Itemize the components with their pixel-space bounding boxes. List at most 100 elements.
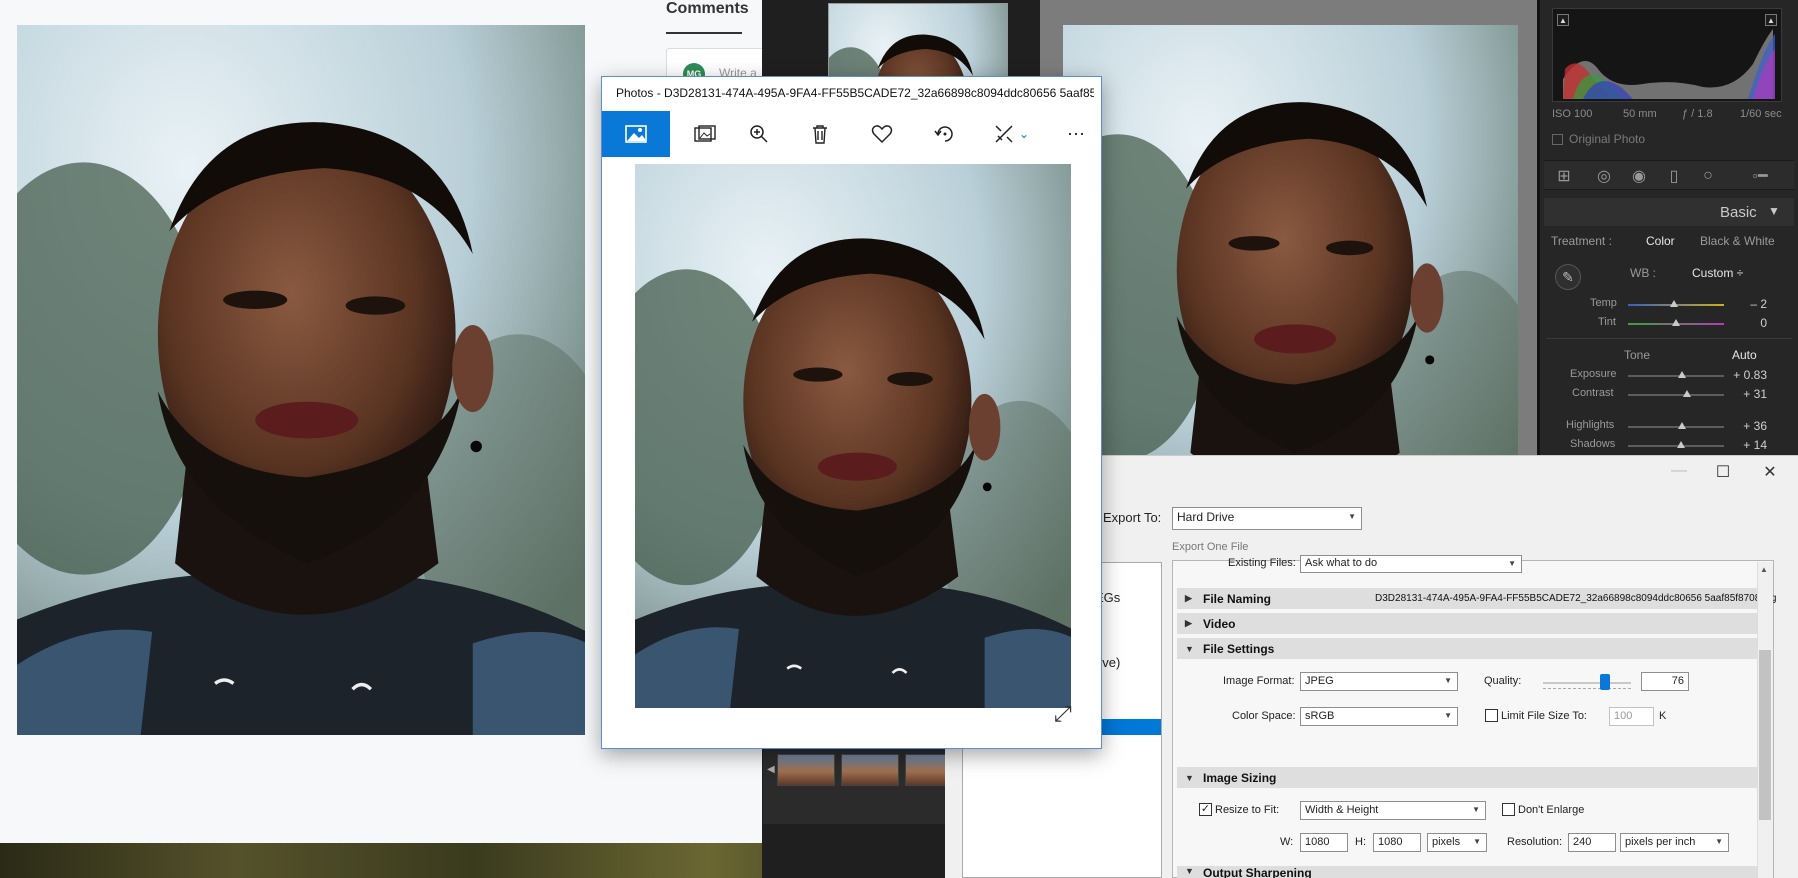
- shadows-slider[interactable]: [1628, 445, 1724, 447]
- highlight-clipping-icon[interactable]: ▲: [1765, 14, 1777, 26]
- shadow-clipping-icon[interactable]: ▲: [1557, 14, 1569, 26]
- treatment-bw-button[interactable]: Black & White: [1700, 234, 1775, 248]
- graduated-filter-icon[interactable]: ▯: [1664, 166, 1684, 186]
- view-image-icon: [625, 125, 647, 143]
- quality-input[interactable]: 76: [1641, 672, 1689, 691]
- chevron-down-icon: ▼: [1473, 837, 1481, 846]
- favorite-heart-icon: [871, 125, 893, 144]
- resolution-unit-dropdown[interactable]: pixels per inch ▼: [1620, 833, 1729, 852]
- limit-file-size-checkbox[interactable]: [1485, 709, 1498, 722]
- rotate-button[interactable]: [920, 111, 970, 157]
- treatment-color-button[interactable]: Color: [1646, 234, 1675, 248]
- image-format-dropdown[interactable]: JPEG ▼: [1300, 672, 1458, 691]
- view-image-button[interactable]: [602, 111, 670, 157]
- existing-files-dropdown[interactable]: Ask what to do ▼: [1300, 555, 1522, 573]
- exif-iso: ISO 100: [1552, 108, 1593, 120]
- quality-slider-ticks: [1543, 688, 1631, 692]
- edit-tools-button[interactable]: ⌄: [982, 111, 1040, 157]
- radial-filter-icon[interactable]: ○: [1698, 166, 1718, 186]
- resolution-input[interactable]: 240: [1568, 833, 1616, 852]
- auto-tone-button[interactable]: Auto: [1732, 348, 1757, 362]
- resolution-label: Resolution:: [1507, 836, 1563, 848]
- filmstrip-thumb[interactable]: [777, 754, 835, 786]
- section-image-sizing[interactable]: ▼ Image Sizing: [1177, 767, 1757, 788]
- adjustment-brush-icon[interactable]: ◦━: [1740, 166, 1780, 186]
- resize-mode-dropdown[interactable]: Width & Height ▼: [1300, 801, 1486, 820]
- develop-preview-image: [1063, 25, 1518, 455]
- contrast-slider-knob[interactable]: [1683, 390, 1691, 397]
- color-space-label: Color Space:: [1232, 710, 1296, 722]
- temp-slider-knob[interactable]: [1670, 300, 1678, 307]
- dont-enlarge-checkbox[interactable]: [1502, 803, 1515, 816]
- chevron-down-icon: ▼: [1444, 676, 1452, 685]
- spot-removal-icon[interactable]: ◎: [1594, 166, 1614, 186]
- width-input[interactable]: 1080: [1300, 833, 1348, 852]
- more-button[interactable]: ⋯: [1051, 111, 1101, 157]
- filmstrip-thumb[interactable]: [841, 754, 899, 786]
- color-space-dropdown[interactable]: sRGB ▼: [1300, 707, 1458, 726]
- highlights-slider-knob[interactable]: [1678, 422, 1686, 429]
- contrast-value[interactable]: + 31: [1717, 387, 1767, 401]
- close-icon[interactable]: ✕: [1760, 462, 1780, 482]
- section-file-settings-title: File Settings: [1203, 641, 1275, 656]
- filmstrip-thumb-image: [829, 4, 1008, 78]
- maximize-icon[interactable]: ☐: [1713, 462, 1733, 482]
- delete-icon: [813, 125, 827, 144]
- chevron-down-icon: ▼: [1348, 512, 1356, 521]
- delete-button[interactable]: [795, 111, 845, 157]
- section-output-sharpening[interactable]: ▼ Output Sharpening: [1177, 866, 1757, 878]
- shadows-slider-knob[interactable]: [1677, 441, 1685, 448]
- exif-shutter: 1/60 sec: [1740, 108, 1782, 120]
- contrast-slider[interactable]: [1628, 394, 1724, 396]
- wb-selector-eyedropper-icon[interactable]: ✎: [1555, 264, 1581, 290]
- favorite-button[interactable]: [857, 111, 907, 157]
- height-label: H:: [1355, 836, 1366, 848]
- shadows-value[interactable]: + 14: [1717, 438, 1767, 452]
- histogram: ▲ ▲: [1552, 8, 1782, 102]
- filmstrip-thumbnail-selected[interactable]: [828, 3, 1008, 78]
- expand-fullscreen-icon[interactable]: ⤢: [1054, 701, 1072, 727]
- section-file-settings[interactable]: ▼ File Settings: [1177, 638, 1757, 659]
- edit-create-button[interactable]: [680, 111, 730, 157]
- temp-value[interactable]: – 2: [1717, 297, 1767, 311]
- shadows-label: Shadows: [1570, 438, 1616, 450]
- settings-scrollbar-thumb[interactable]: [1759, 650, 1771, 820]
- quality-slider[interactable]: [1543, 682, 1631, 684]
- chevron-down-icon: ▼: [1472, 805, 1480, 814]
- red-eye-icon[interactable]: ◉: [1629, 166, 1649, 186]
- collapse-panel-icon[interactable]: ▼: [1768, 204, 1780, 218]
- treatment-label: Treatment :: [1551, 234, 1612, 248]
- exposure-slider-knob[interactable]: [1678, 371, 1686, 378]
- zoom-button[interactable]: [734, 111, 784, 157]
- filmstrip-bottom: ◀: [763, 742, 963, 824]
- highlights-slider[interactable]: [1628, 426, 1724, 428]
- section-video[interactable]: ▶ Video: [1177, 613, 1757, 634]
- scroll-up-arrow-icon[interactable]: ▲: [1760, 565, 1768, 574]
- export-to-dropdown[interactable]: Hard Drive ▼: [1172, 507, 1362, 530]
- limit-file-size-unit: K: [1659, 710, 1667, 722]
- quality-slider-knob[interactable]: [1600, 674, 1610, 690]
- photos-window-title: Photos - D3D28131-474A-495A-9FA4-FF55B5C…: [616, 86, 1094, 100]
- tint-slider-knob[interactable]: [1672, 319, 1680, 326]
- tint-label: Tint: [1598, 316, 1616, 328]
- exposure-slider[interactable]: [1628, 375, 1724, 377]
- exposure-value[interactable]: + 0.83: [1717, 368, 1767, 382]
- limit-file-size-input[interactable]: 100: [1609, 707, 1654, 726]
- highlights-value[interactable]: + 36: [1717, 419, 1767, 433]
- tint-value[interactable]: 0: [1717, 316, 1767, 330]
- resize-to-fit-label: Resize to Fit:: [1215, 804, 1280, 816]
- expand-triangle-icon: ▶: [1185, 618, 1192, 628]
- comments-tab[interactable]: Comments: [666, 0, 749, 32]
- wb-preset-dropdown[interactable]: Custom ÷: [1692, 266, 1743, 280]
- original-photo-toggle[interactable]: Original Photo: [1552, 132, 1645, 146]
- size-unit-dropdown[interactable]: pixels ▼: [1427, 833, 1487, 852]
- resize-to-fit-checkbox[interactable]: ✓: [1199, 803, 1212, 816]
- exposure-label: Exposure: [1570, 368, 1617, 380]
- photos-toolbar: ⌄ ⋯: [602, 111, 1101, 157]
- original-photo-checkbox[interactable]: [1552, 133, 1563, 145]
- height-input[interactable]: 1080: [1373, 833, 1421, 852]
- highlights-label: Highlights: [1566, 419, 1615, 431]
- minimize-icon[interactable]: —: [1669, 462, 1689, 480]
- filmstrip-left-arrow-icon[interactable]: ◀: [767, 764, 775, 775]
- crop-overlay-icon[interactable]: ⊞: [1554, 166, 1574, 186]
